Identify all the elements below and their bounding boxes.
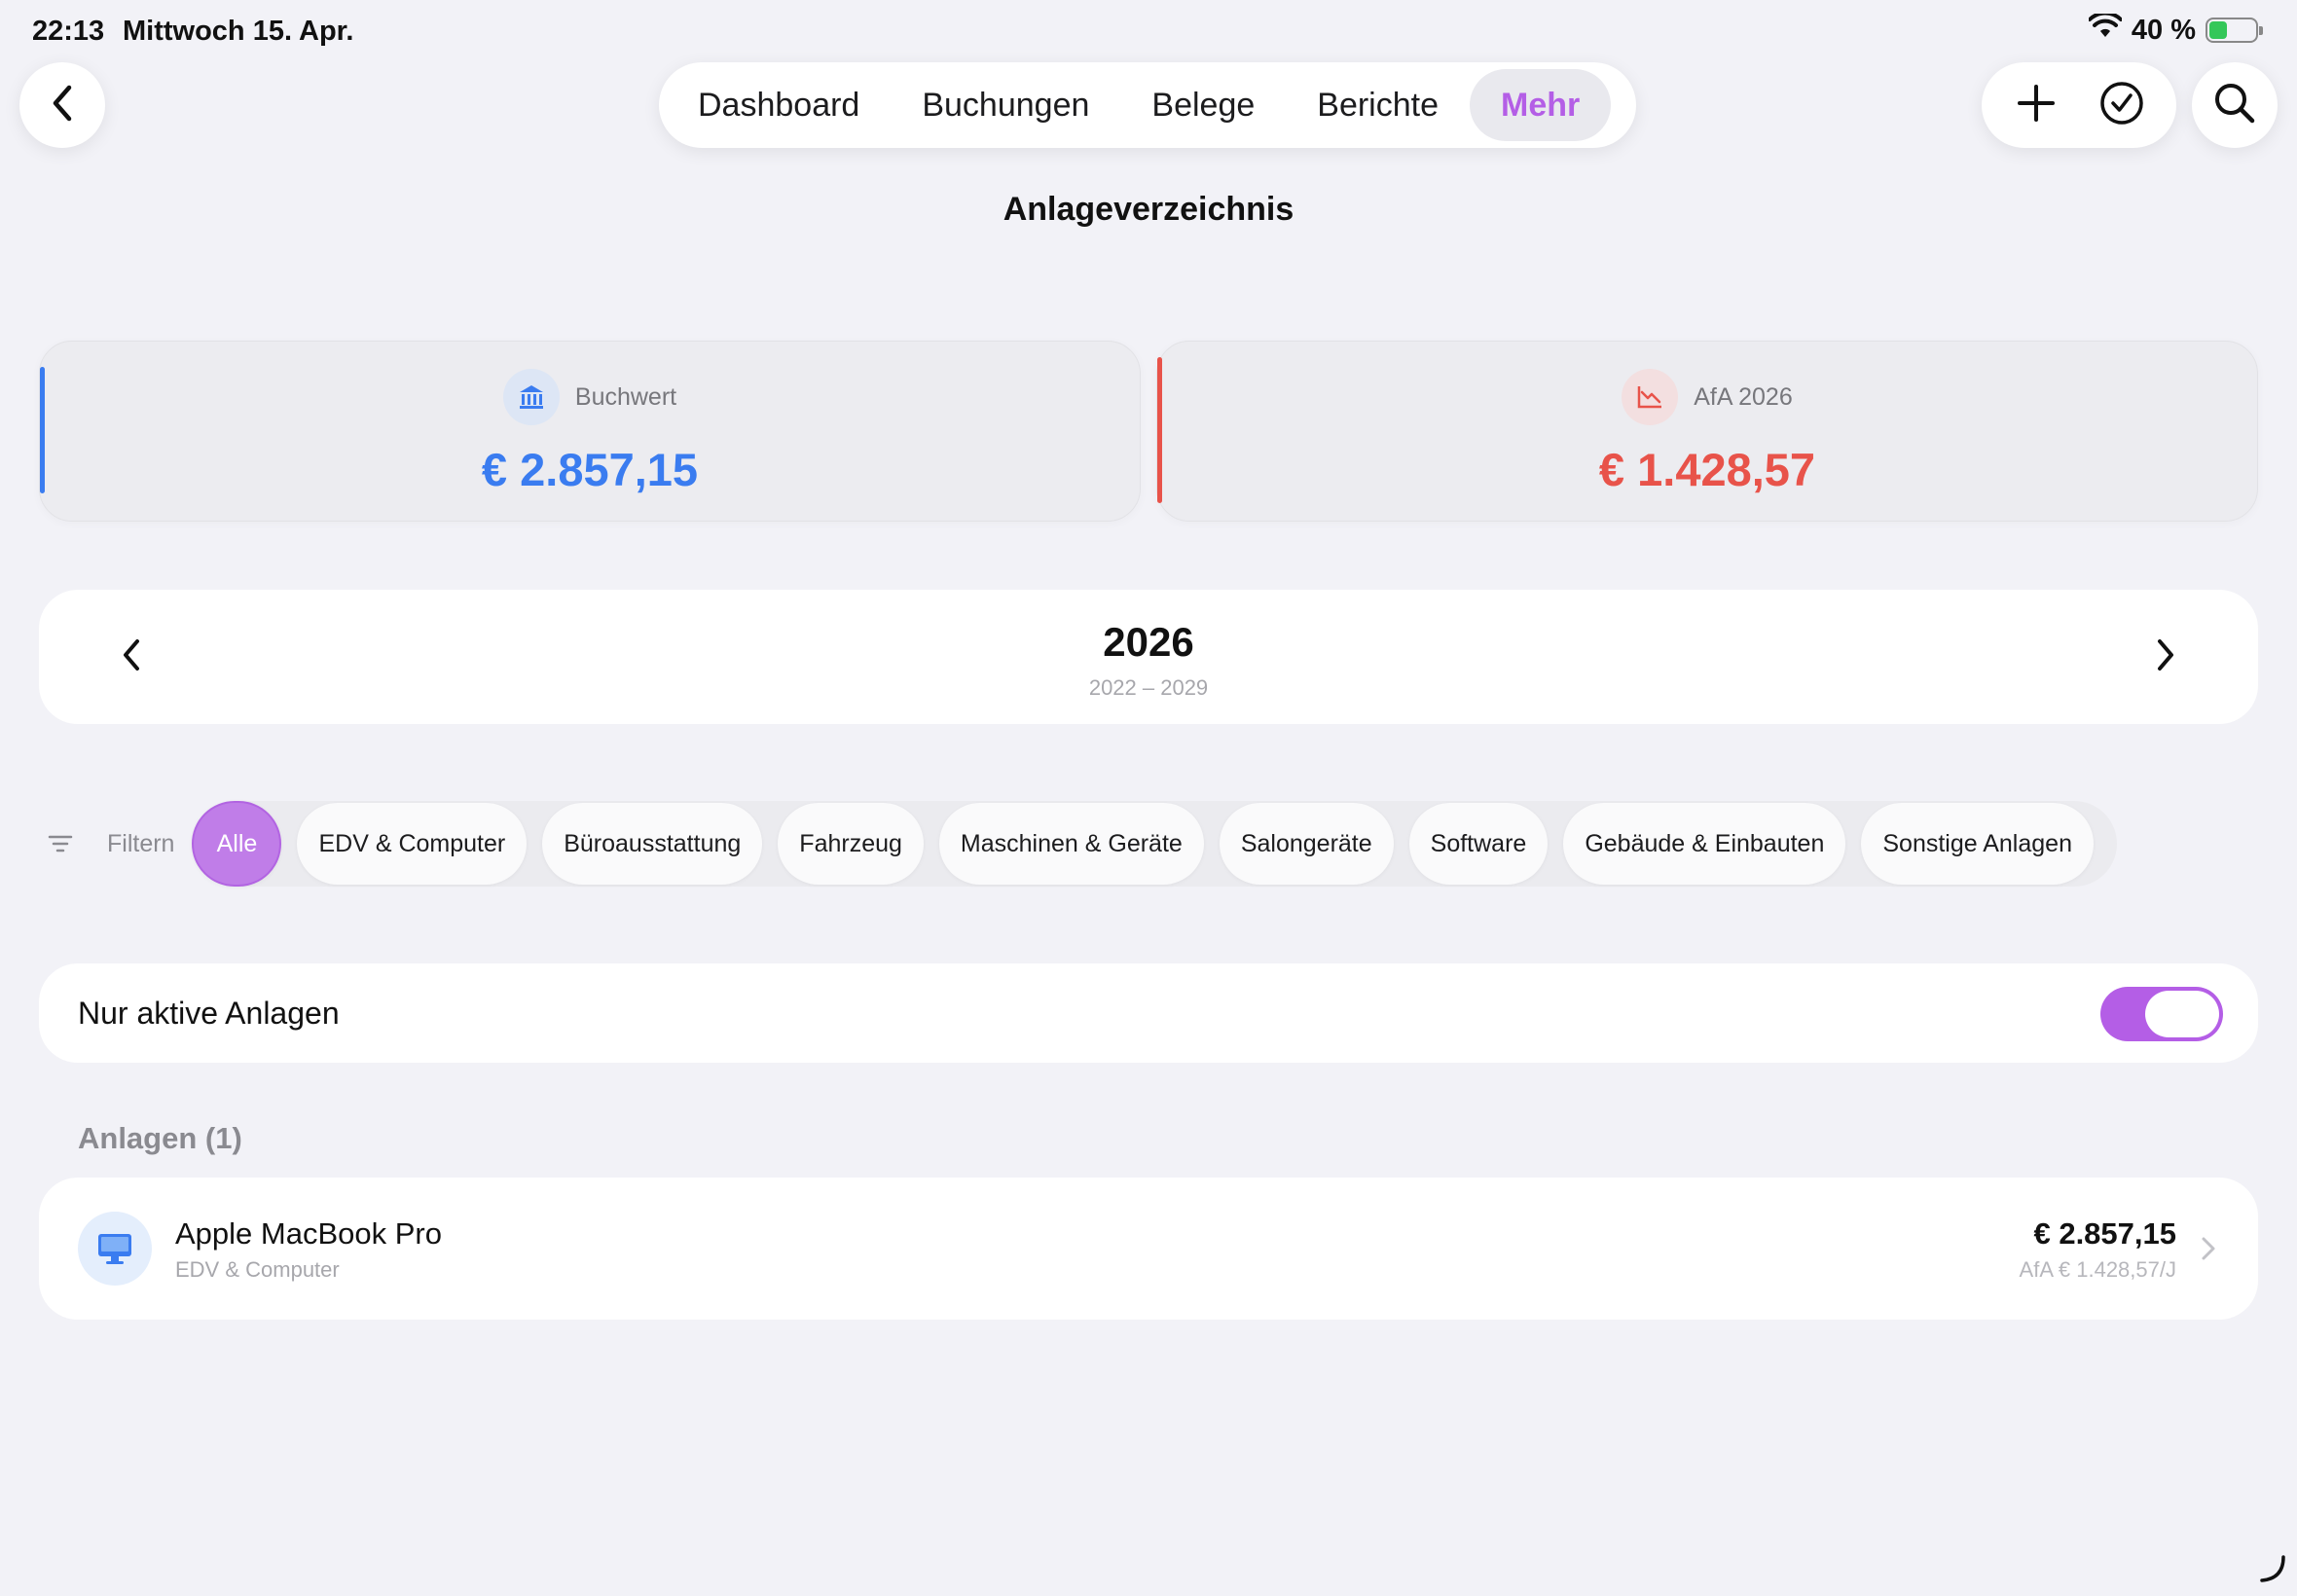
search-button[interactable] xyxy=(2192,62,2278,148)
chip-edv-computer[interactable]: EDV & Computer xyxy=(297,803,528,885)
filter-lines-icon xyxy=(39,822,82,865)
filter-label: Filtern xyxy=(107,829,175,857)
nav-tabs: Dashboard Buchungen Belege Berichte Mehr xyxy=(659,62,1636,148)
active-only-row: Nur aktive Anlagen xyxy=(39,963,2258,1063)
asset-depreciation: AfA € 1.428,57/J xyxy=(2019,1257,2176,1282)
search-icon xyxy=(2213,82,2256,129)
tab-berichte[interactable]: Berichte xyxy=(1286,69,1470,141)
book-value-label: Buchwert xyxy=(574,382,677,411)
asset-name: Apple MacBook Pro xyxy=(175,1216,442,1251)
action-group xyxy=(1982,62,2176,148)
asset-category: EDV & Computer xyxy=(175,1257,340,1282)
depreciation-card: AfA 2026 € 1.428,57 xyxy=(1156,341,2258,522)
battery-fill xyxy=(2209,21,2228,39)
add-button[interactable] xyxy=(1999,68,2073,142)
chevron-left-icon xyxy=(48,84,77,127)
chip-alle[interactable]: Alle xyxy=(192,801,282,887)
battery-icon xyxy=(2206,18,2263,43)
chevron-right-icon xyxy=(2154,637,2177,677)
asset-value: € 2.857,15 xyxy=(2033,1216,2176,1251)
active-only-label: Nur aktive Anlagen xyxy=(78,996,340,1031)
depreciation-label: AfA 2026 xyxy=(1694,382,1793,411)
chip-salongeraete[interactable]: Salongeräte xyxy=(1219,803,1394,885)
chip-software[interactable]: Software xyxy=(1408,803,1549,885)
status-indicators: 40 % xyxy=(2087,11,2263,47)
assets-section-header: Anlagen (1) xyxy=(78,1121,242,1155)
active-only-toggle[interactable] xyxy=(2100,987,2223,1041)
year-range: 2022 – 2029 xyxy=(1088,675,1209,700)
status-time: 22:13 xyxy=(32,16,105,47)
depreciation-amount: € 1.428,57 xyxy=(1598,444,1816,495)
selected-year: 2026 xyxy=(1103,619,1194,665)
desktop-computer-icon xyxy=(78,1212,152,1286)
resize-handle-icon[interactable] xyxy=(2256,1553,2287,1584)
status-bar: 22:13 Mittwoch 15. Apr. 40 % xyxy=(0,0,2297,62)
page-title: Anlageverzeichnis xyxy=(1003,191,1294,228)
filter-row: Filtern Alle EDV & Computer Büroausstatt… xyxy=(39,800,2117,888)
tab-belege[interactable]: Belege xyxy=(1120,69,1286,141)
list-item[interactable]: Apple MacBook Pro EDV & Computer € 2.857… xyxy=(39,1178,2258,1320)
tab-dashboard[interactable]: Dashboard xyxy=(667,69,891,141)
chart-down-icon xyxy=(1622,369,1679,425)
wifi-icon xyxy=(2087,11,2123,47)
chip-sonstige-anlagen[interactable]: Sonstige Anlagen xyxy=(1861,803,2094,885)
chip-fahrzeug[interactable]: Fahrzeug xyxy=(778,803,924,885)
tab-buchungen[interactable]: Buchungen xyxy=(891,69,1120,141)
back-button[interactable] xyxy=(19,62,105,148)
filter-chips: Alle EDV & Computer Büroausstattung Fahr… xyxy=(192,801,2117,887)
chip-gebaeude-einbauten[interactable]: Gebäude & Einbauten xyxy=(1563,803,1846,885)
chip-bueroausstattung[interactable]: Büroausstattung xyxy=(542,803,763,885)
book-value-card: Buchwert € 2.857,15 xyxy=(39,341,1141,522)
tab-mehr[interactable]: Mehr xyxy=(1470,69,1612,141)
confirm-button[interactable] xyxy=(2085,68,2159,142)
battery-percent: 40 % xyxy=(2131,14,2196,46)
bank-icon xyxy=(502,369,560,425)
book-value-amount: € 2.857,15 xyxy=(481,444,699,495)
chip-maschinen-geraete[interactable]: Maschinen & Geräte xyxy=(938,803,1204,885)
plus-icon xyxy=(2017,84,2056,127)
toggle-knob xyxy=(2145,991,2219,1037)
next-year-button[interactable] xyxy=(2132,623,2200,691)
year-selector: 2026 2022 – 2029 xyxy=(39,590,2258,724)
chevron-right-icon xyxy=(2194,1234,2223,1263)
status-date: Mittwoch 15. Apr. xyxy=(123,16,354,47)
checkmark-circle-icon xyxy=(2099,81,2144,130)
